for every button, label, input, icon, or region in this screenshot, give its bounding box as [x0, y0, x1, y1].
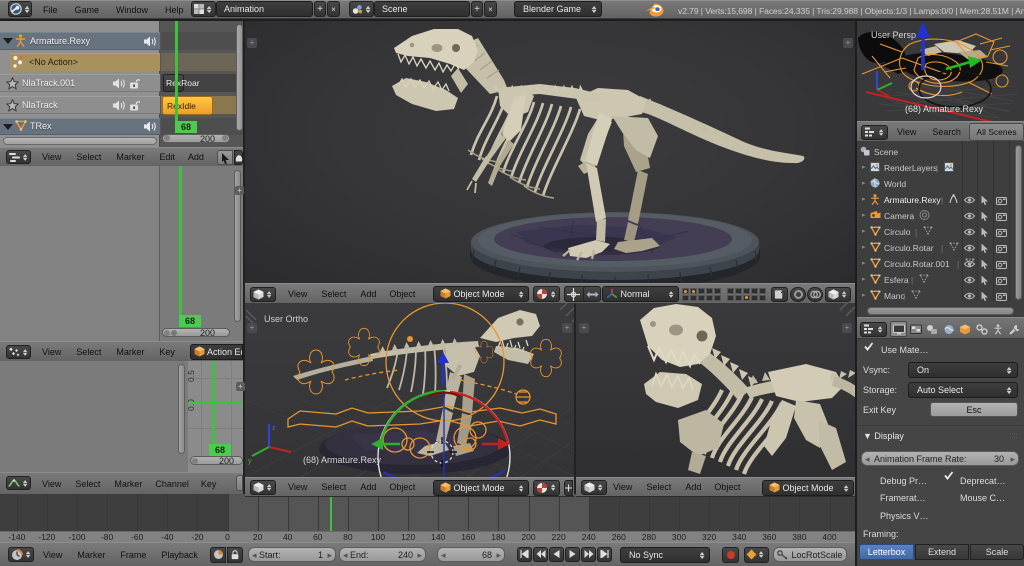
svg-text:y: y — [248, 458, 252, 465]
svg-text:z: z — [272, 425, 276, 432]
